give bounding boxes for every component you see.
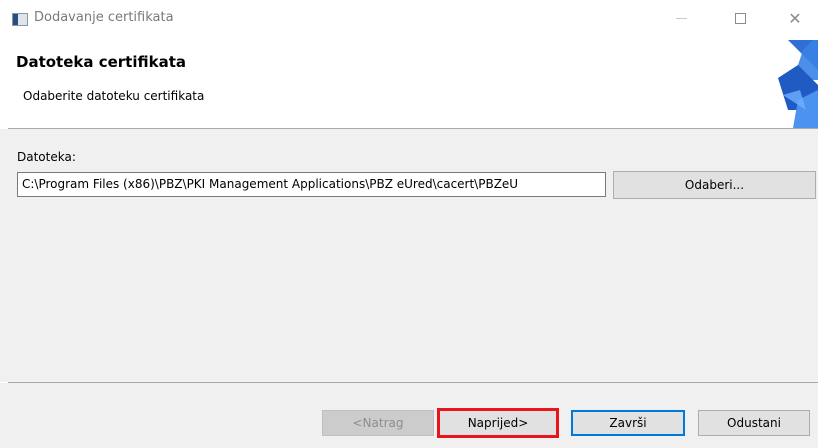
back-button[interactable]: <Natrag <box>322 410 434 436</box>
close-icon: ✕ <box>788 8 802 28</box>
maximize-icon <box>734 12 746 24</box>
window-title: Dodavanje certifikata <box>34 10 174 25</box>
wizard-content: Datoteka: C:\Program Files (x86)\PBZ\PKI… <box>0 129 818 382</box>
certificate-app-icon <box>12 13 28 26</box>
close-button[interactable]: ✕ <box>772 0 818 36</box>
file-path-field[interactable]: C:\Program Files (x86)\PBZ\PKI Managemen… <box>17 172 606 197</box>
browse-button[interactable]: Odaberi... <box>613 171 816 199</box>
header-decoration-graphic <box>728 40 818 128</box>
cancel-button[interactable]: Odustani <box>698 410 810 436</box>
finish-button[interactable]: Završi <box>571 410 685 436</box>
page-title: Datoteka certifikata <box>16 53 186 71</box>
minimize-icon <box>675 17 687 19</box>
title-bar: Dodavanje certifikata ✕ <box>0 0 818 40</box>
minimize-button[interactable] <box>658 0 704 36</box>
maximize-button[interactable] <box>717 0 763 36</box>
next-button[interactable]: Naprijed> <box>437 408 559 438</box>
page-description: Odaberite datoteku certifikata <box>23 89 205 103</box>
wizard-header: Datoteka certifikata Odaberite datoteku … <box>0 40 818 128</box>
file-label: Datoteka: <box>17 150 76 164</box>
wizard-footer: <Natrag Naprijed> Završi Odustani <box>0 383 818 448</box>
